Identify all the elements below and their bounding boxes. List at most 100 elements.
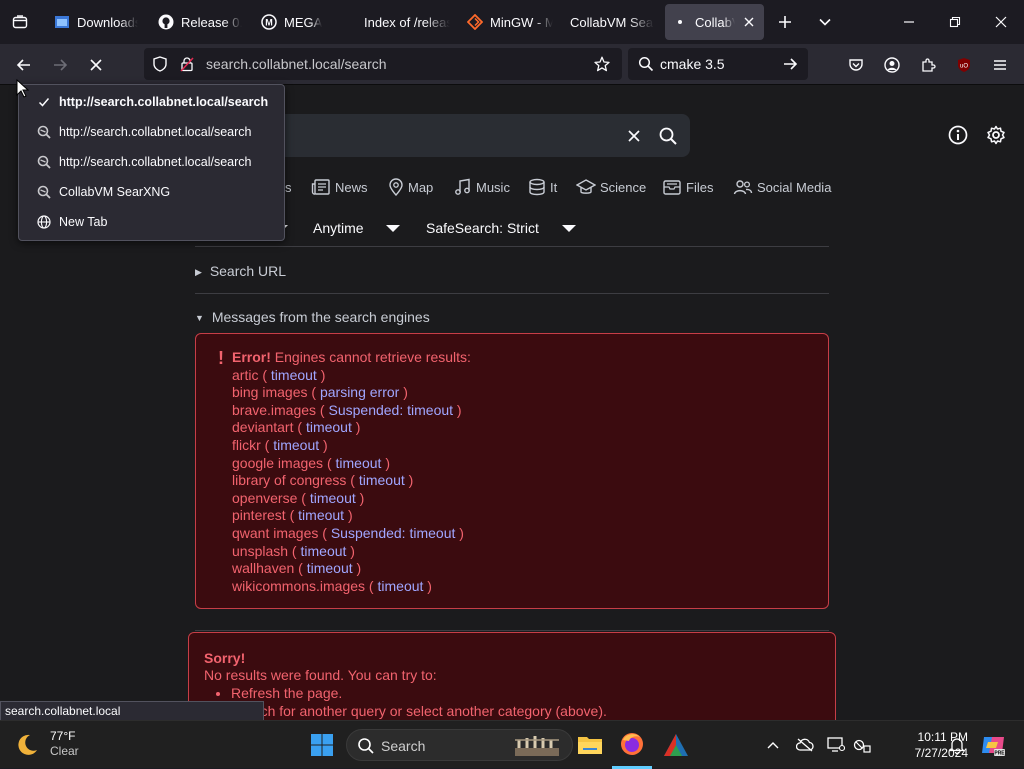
taskbar-search[interactable]: Search [346, 729, 573, 761]
tab-mingw[interactable]: MinGW - Minimalist [467, 4, 553, 40]
tab-map[interactable]: Map [388, 178, 433, 196]
tab-collabvm-active[interactable]: CollabVM [665, 4, 764, 40]
tab-news[interactable]: News [311, 178, 368, 196]
tab-bar: Downloads Release 0.2 M MEGA Index of /r… [0, 0, 1024, 44]
account-button[interactable] [876, 49, 908, 81]
github-icon [158, 14, 174, 30]
tab-science[interactable]: Science [576, 178, 646, 196]
tab-list-button[interactable] [804, 0, 846, 44]
plus-icon [779, 16, 791, 28]
ublock-button[interactable]: uO [948, 49, 980, 81]
notifications-button[interactable] [946, 721, 968, 769]
weather-widget[interactable]: 77°F Clear [14, 721, 114, 769]
svg-text:PRE: PRE [994, 751, 1005, 757]
copilot-button[interactable]: PRE [978, 721, 1008, 769]
tab-category-partial[interactable]: s [285, 178, 292, 196]
engine-row: artic ( timeout ) [232, 366, 326, 383]
engine-row: library of congress ( timeout ) [232, 472, 414, 489]
stop-button[interactable] [80, 49, 112, 81]
ublock-origin-icon: uO [958, 58, 970, 72]
time-filter-select[interactable]: Anytime [313, 220, 400, 236]
list-item: Refresh the page. [231, 685, 607, 703]
cloud-offline-icon[interactable] [794, 721, 816, 769]
dropdown-caret-icon [562, 225, 576, 232]
taskbar: 77°F Clear Search 10:11 PM 7/27/2024 PRE [0, 720, 1024, 769]
show-hidden-icons-button[interactable] [762, 721, 784, 769]
tab-social-media[interactable]: Social Media [733, 178, 831, 196]
search-icon [358, 738, 374, 754]
arrow-right-icon [54, 59, 68, 71]
tab-mega[interactable]: M MEGA [261, 4, 351, 40]
minimize-button[interactable] [886, 0, 932, 44]
bookmark-star-icon[interactable] [594, 56, 610, 77]
cmake-icon [664, 734, 688, 756]
tab-release[interactable]: Release 0.2 [158, 4, 242, 40]
tab-files[interactable]: Files [662, 178, 713, 196]
divider [195, 246, 829, 247]
search-submit-icon[interactable] [658, 126, 678, 151]
map-pin-icon [389, 178, 403, 196]
forward-button[interactable] [44, 49, 76, 81]
lock-warning-icon[interactable] [179, 56, 195, 77]
tab-index-of-releases[interactable]: Index of /releases [364, 4, 450, 40]
history-item[interactable]: http://search.collabnet.local/search [19, 118, 284, 146]
app-menu-button[interactable] [984, 49, 1016, 81]
close-window-button[interactable] [978, 0, 1024, 44]
network-icon[interactable] [851, 721, 873, 769]
sorry-title: Sorry! [204, 650, 246, 666]
pocket-button[interactable] [840, 49, 872, 81]
folder-icon [54, 14, 70, 30]
weather-temp: 77°F [50, 729, 76, 743]
tab-it[interactable]: It [528, 178, 557, 196]
go-arrow-icon[interactable] [782, 56, 798, 77]
mouse-cursor-icon [16, 79, 30, 98]
browser-window: Downloads Release 0.2 M MEGA Index of /r… [0, 0, 1024, 720]
file-explorer-button[interactable] [570, 721, 610, 769]
triangle-right-icon: ▶ [195, 267, 202, 277]
chevron-up-icon [767, 742, 779, 749]
cmake-button[interactable] [656, 721, 696, 769]
clear-query-icon[interactable] [626, 128, 642, 149]
new-tab-button[interactable] [764, 0, 806, 44]
search-url-toggle[interactable]: ▶ Search URL [195, 263, 286, 279]
engine-row: brave.images ( Suspended: timeout ) [232, 401, 462, 418]
firefox-button[interactable] [612, 721, 652, 769]
tab-collabvm-searxng[interactable]: CollabVM SearXNG [570, 4, 654, 40]
tab-downloads[interactable]: Downloads [54, 4, 138, 40]
loading-dot-icon [674, 14, 686, 30]
back-history-menu: http://search.collabnet.local/search htt… [18, 84, 285, 241]
history-item[interactable]: New Tab [19, 208, 284, 236]
hamburger-menu-icon [994, 60, 1006, 70]
url-text: search.collabnet.local/search [206, 56, 387, 72]
start-button[interactable] [304, 721, 340, 769]
firefox-icon [621, 732, 643, 755]
info-icon[interactable] [948, 125, 968, 150]
restore-button[interactable] [932, 0, 978, 44]
tab-music[interactable]: Music [454, 178, 510, 196]
extensions-button[interactable] [912, 49, 944, 81]
weather-condition: Clear [50, 744, 79, 758]
list-all-tabs-button[interactable] [0, 0, 40, 44]
engine-row: pinterest ( timeout ) [232, 507, 353, 524]
engine-row: qwant images ( Suspended: timeout ) [232, 524, 464, 541]
close-tab-icon[interactable] [741, 14, 757, 30]
safesearch-select[interactable]: SafeSearch: Strict [426, 220, 576, 236]
engine-messages-toggle[interactable]: ▼ Messages from the search engines [195, 309, 430, 325]
file-tray-icon [663, 180, 681, 195]
shield-icon[interactable] [152, 56, 168, 77]
history-item[interactable]: CollabVM SearXNG [19, 178, 284, 206]
history-item[interactable]: http://search.collabnet.local/search [19, 148, 284, 176]
back-button[interactable] [8, 49, 40, 81]
display-icon[interactable] [825, 721, 847, 769]
search-bar[interactable]: cmake 3.5 [628, 48, 808, 80]
sorry-subtitle: No results were found. You can try to: [204, 667, 437, 683]
preferences-gear-icon[interactable] [986, 125, 1006, 150]
mega-icon: M [261, 14, 277, 30]
pocket-icon [849, 59, 863, 71]
puzzle-icon [922, 58, 936, 72]
url-bar[interactable]: search.collabnet.local/search [144, 48, 622, 80]
history-item-current[interactable]: http://search.collabnet.local/search [19, 88, 284, 116]
moon-icon [18, 734, 37, 755]
engine-row: wallhaven ( timeout ) [232, 560, 362, 577]
folder-icon [578, 737, 602, 754]
